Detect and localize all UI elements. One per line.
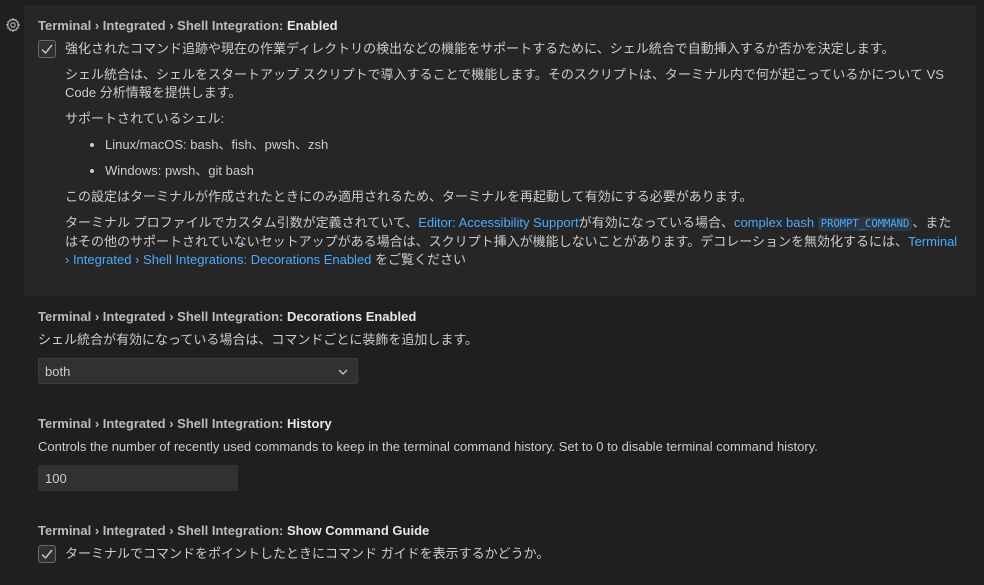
setting-name: Decorations Enabled [286,309,417,324]
description-para-1: シェル統合は、シェルをスタートアップ スクリプトで導入することで機能します。その… [65,67,944,100]
setting-category: Terminal › Integrated › Shell Integratio… [38,523,287,538]
chevron-down-icon [338,369,348,375]
checkbox-label: 強化されたコマンド追跡や現在の作業ディレクトリの検出などの機能をサポートするため… [65,41,895,56]
show-command-guide-checkbox[interactable] [38,545,56,563]
para4-text: ターミナル プロファイルでカスタム引数が定義されていて、 [65,215,419,230]
para4-text: が有効になっている場合、 [578,215,734,230]
check-icon [41,549,53,560]
check-icon [41,44,53,55]
setting-title: Terminal › Integrated › Shell Integratio… [38,308,960,326]
description-para-4: ターミナル プロファイルでカスタム引数が定義されていて、Editor: Acce… [65,214,960,269]
setting-title: Terminal › Integrated › Shell Integratio… [38,415,960,433]
checkbox-label: ターミナルでコマンドをポイントしたときにコマンド ガイドを表示するかどうか。 [65,546,550,561]
setting-description: シェル統合は、シェルをスタートアップ スクリプトで導入することで機能します。その… [65,66,960,269]
complex-bash-link[interactable]: complex bash [734,215,814,230]
input-value: 100 [45,470,67,486]
list-item: Linux/macOS: bash、fish、pwsh、zsh [105,136,960,154]
setting-name: Enabled [286,18,338,33]
setting-name: History [286,416,332,431]
setting-decorations-enabled: Terminal › Integrated › Shell Integratio… [24,308,976,384]
supported-shells-list: Linux/macOS: bash、fish、pwsh、zsh Windows:… [65,136,960,180]
setting-description: Controls the number of recently used com… [38,439,818,454]
setting-shell-integration-enabled: Terminal › Integrated › Shell Integratio… [24,5,976,296]
history-input[interactable]: 100 [38,465,238,491]
prompt-command-code: PROMPT_COMMAND [817,217,913,231]
setting-category: Terminal › Integrated › Shell Integratio… [38,416,287,431]
description-para-3: この設定はターミナルが作成されたときにのみ適用されるため、ターミナルを再起動して… [65,189,753,204]
list-item: Windows: pwsh、git bash [105,162,960,180]
setting-category: Terminal › Integrated › Shell Integratio… [38,18,287,33]
para4-text: をご覧ください [371,252,467,267]
select-value: both [45,363,71,379]
gear-icon[interactable] [5,17,21,33]
description-para-2: サポートされているシェル: [65,111,225,126]
setting-show-command-guide: Terminal › Integrated › Shell Integratio… [24,522,976,563]
setting-category: Terminal › Integrated › Shell Integratio… [38,309,287,324]
enabled-checkbox[interactable] [38,40,56,58]
setting-name: Show Command Guide [286,523,430,538]
accessibility-support-link[interactable]: Editor: Accessibility Support [418,215,578,230]
setting-description: シェル統合が有効になっている場合は、コマンドごとに装飾を追加します。 [38,332,479,347]
setting-history: Terminal › Integrated › Shell Integratio… [24,415,976,491]
setting-title: Terminal › Integrated › Shell Integratio… [38,17,960,35]
setting-title: Terminal › Integrated › Shell Integratio… [38,522,960,540]
decorations-select[interactable]: both [38,358,358,384]
